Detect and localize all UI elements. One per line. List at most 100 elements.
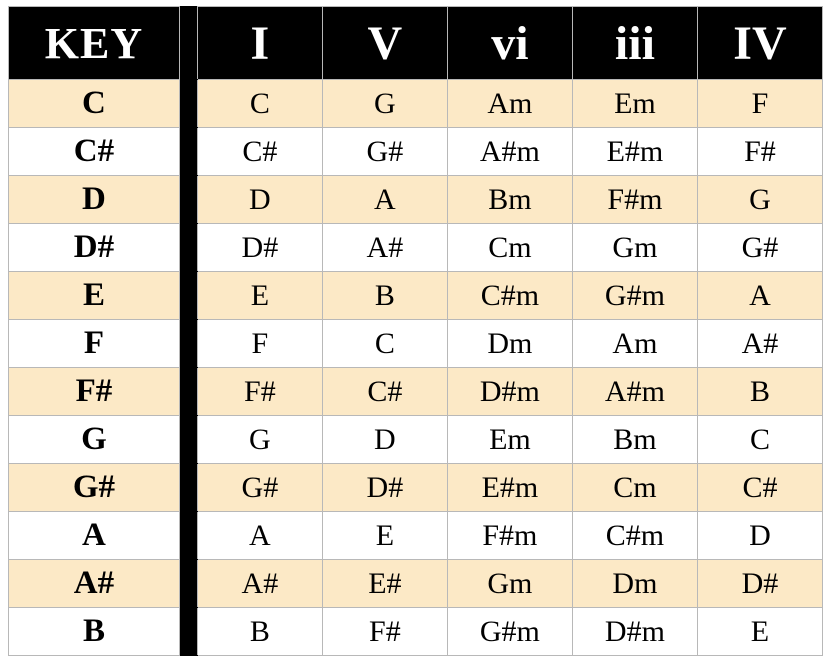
chord-cell: Gm [447, 560, 572, 608]
chord-cell: A [197, 512, 322, 560]
table-row: EEBC#mG#mA [9, 272, 823, 320]
chord-cell: C# [322, 368, 447, 416]
chord-cell: Bm [447, 176, 572, 224]
chord-cell: G#m [447, 608, 572, 656]
chord-cell: F [697, 80, 822, 128]
header-degree-I: I [197, 7, 322, 80]
key-cell: F [9, 320, 180, 368]
chord-cell: G# [697, 224, 822, 272]
chord-cell: D [197, 176, 322, 224]
chord-cell: Am [447, 80, 572, 128]
chord-cell: D# [697, 560, 822, 608]
chord-cell: Dm [447, 320, 572, 368]
separator-column [179, 176, 197, 224]
chord-cell: F#m [447, 512, 572, 560]
table-row: FFCDmAmA# [9, 320, 823, 368]
table-row: F#F#C#D#mA#mB [9, 368, 823, 416]
chord-cell: Em [447, 416, 572, 464]
chord-cell: A# [322, 224, 447, 272]
chord-cell: G#m [572, 272, 697, 320]
key-cell: G [9, 416, 180, 464]
chord-cell: F# [697, 128, 822, 176]
chord-cell: G [197, 416, 322, 464]
key-cell: C [9, 80, 180, 128]
key-cell: D [9, 176, 180, 224]
separator-column [179, 320, 197, 368]
chord-cell: A# [197, 560, 322, 608]
chord-cell: E# [322, 560, 447, 608]
chord-cell: D# [197, 224, 322, 272]
chord-cell: B [197, 608, 322, 656]
chord-cell: C [697, 416, 822, 464]
key-cell: B [9, 608, 180, 656]
separator-column [179, 416, 197, 464]
header-key: KEY [9, 7, 180, 80]
chord-cell: D# [322, 464, 447, 512]
key-cell: F# [9, 368, 180, 416]
chord-cell: F [197, 320, 322, 368]
separator-column [179, 560, 197, 608]
chord-cell: D [322, 416, 447, 464]
chord-cell: G# [197, 464, 322, 512]
chord-cell: C [197, 80, 322, 128]
chord-cell: A [322, 176, 447, 224]
table-row: DDABmF#mG [9, 176, 823, 224]
separator-column [179, 512, 197, 560]
table-row: CCGAmEmF [9, 80, 823, 128]
separator-column [179, 128, 197, 176]
chord-cell: Em [572, 80, 697, 128]
chord-cell: F# [322, 608, 447, 656]
chord-cell: B [697, 368, 822, 416]
chord-cell: A# [697, 320, 822, 368]
chord-cell: C# [197, 128, 322, 176]
chord-cell: E#m [572, 128, 697, 176]
chord-cell: D#m [572, 608, 697, 656]
separator-column [179, 7, 197, 80]
chord-cell: Cm [447, 224, 572, 272]
table-body: CCGAmEmFC#C#G#A#mE#mF#DDABmF#mGD#D#A#CmG… [9, 80, 823, 656]
chord-cell: E [322, 512, 447, 560]
key-cell: A# [9, 560, 180, 608]
header-degree-iii: iii [572, 7, 697, 80]
chord-cell: Bm [572, 416, 697, 464]
chord-cell: E [197, 272, 322, 320]
chord-cell: D [697, 512, 822, 560]
separator-column [179, 368, 197, 416]
table-row: G#G#D#E#mCmC# [9, 464, 823, 512]
chord-cell: C#m [447, 272, 572, 320]
table-row: C#C#G#A#mE#mF# [9, 128, 823, 176]
chord-cell: Dm [572, 560, 697, 608]
separator-column [179, 224, 197, 272]
chord-cell: G [697, 176, 822, 224]
chord-cell: C [322, 320, 447, 368]
chord-cell: D#m [447, 368, 572, 416]
table-row: A#A#E#GmDmD# [9, 560, 823, 608]
key-cell: C# [9, 128, 180, 176]
table-header-row: KEY I V vi iii IV [9, 7, 823, 80]
table-row: BBF#G#mD#mE [9, 608, 823, 656]
separator-column [179, 608, 197, 656]
chord-cell: A#m [447, 128, 572, 176]
chord-cell: F#m [572, 176, 697, 224]
chord-cell: G [322, 80, 447, 128]
chord-cell: C#m [572, 512, 697, 560]
key-cell: E [9, 272, 180, 320]
chord-cell: Gm [572, 224, 697, 272]
chord-cell: F# [197, 368, 322, 416]
chord-cell: E [697, 608, 822, 656]
chord-cell: C# [697, 464, 822, 512]
chord-cell: A [697, 272, 822, 320]
chord-cell: Am [572, 320, 697, 368]
key-cell: D# [9, 224, 180, 272]
chord-cell: G# [322, 128, 447, 176]
table-row: D#D#A#CmGmG# [9, 224, 823, 272]
table-row: AAEF#mC#mD [9, 512, 823, 560]
separator-column [179, 80, 197, 128]
separator-column [179, 272, 197, 320]
table-row: GGDEmBmC [9, 416, 823, 464]
header-degree-V: V [322, 7, 447, 80]
chord-cell: A#m [572, 368, 697, 416]
key-cell: G# [9, 464, 180, 512]
chord-progression-table: KEY I V vi iii IV CCGAmEmFC#C#G#A#mE#mF#… [8, 6, 823, 656]
header-degree-vi: vi [447, 7, 572, 80]
